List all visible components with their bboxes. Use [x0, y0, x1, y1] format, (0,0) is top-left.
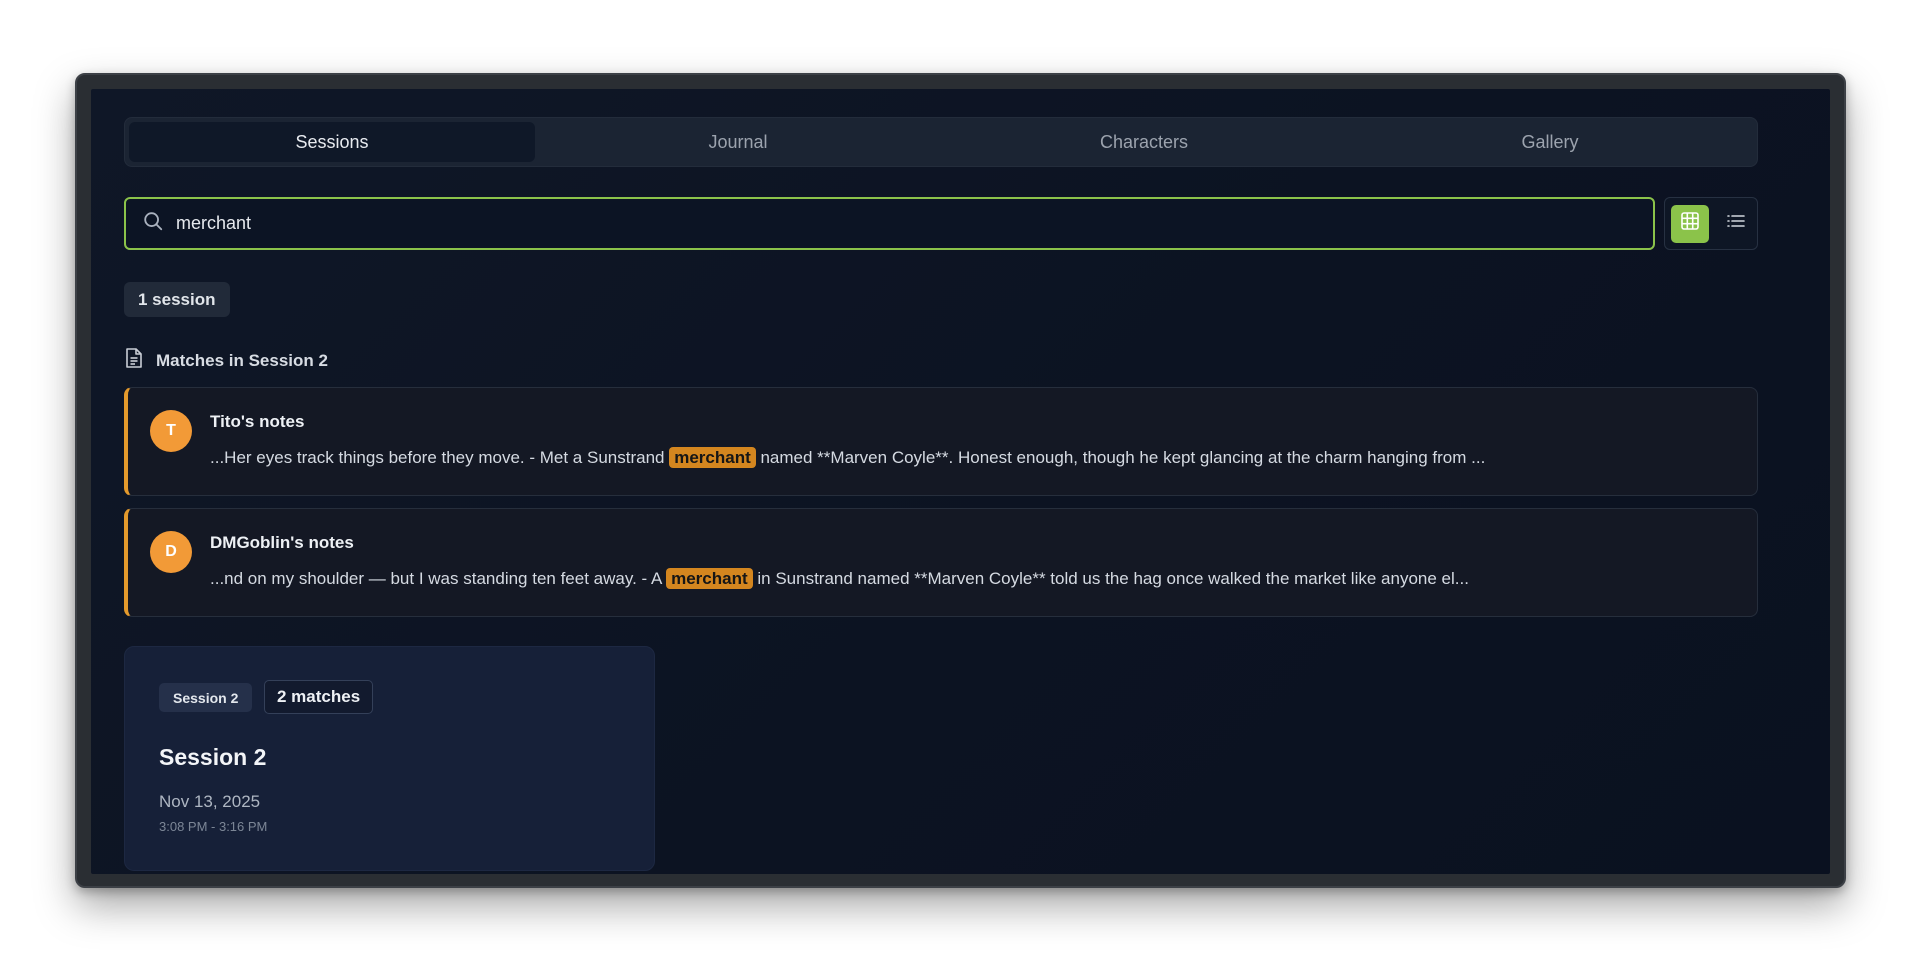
app-screen: Sessions Journal Characters Gallery merc…: [91, 89, 1830, 874]
search-input[interactable]: [176, 213, 1576, 234]
search-box: [124, 197, 1655, 250]
list-icon: [1726, 211, 1746, 236]
search-highlight: merchant: [669, 447, 756, 468]
search-icon: [142, 210, 164, 237]
snippet-before: ...nd on my shoulder — but I was standin…: [210, 569, 667, 588]
grid-view-button[interactable]: [1671, 204, 1709, 243]
matches-heading-label: Matches in Session 2: [156, 350, 328, 370]
match-count-badge: 2 matches: [264, 680, 374, 714]
snippet-after: named **Marven Coyle**. Honest enough, t…: [755, 448, 1486, 467]
document-icon: [124, 347, 144, 374]
session-card[interactable]: Session 2 2 matches Session 2 Nov 13, 20…: [124, 646, 655, 871]
matches-heading: Matches in Session 2: [124, 347, 328, 374]
match-author: DMGoblin's notes: [210, 533, 354, 552]
snippet-before: ...Her eyes track things before they mov…: [210, 448, 670, 467]
avatar: D: [150, 531, 192, 573]
session-title: Session 2: [159, 744, 267, 770]
session-count-badge: 1 session: [124, 282, 230, 317]
view-toggle: [1664, 197, 1758, 250]
match-snippet: ...nd on my shoulder — but I was standin…: [210, 568, 1469, 589]
tab-characters[interactable]: Characters: [941, 122, 1347, 162]
tab-journal[interactable]: Journal: [535, 122, 941, 162]
snippet-after: in Sunstrand named **Marven Coyle** told…: [752, 569, 1469, 588]
session-time: 3:08 PM - 3:16 PM: [159, 819, 268, 834]
session-tag: Session 2: [159, 683, 253, 712]
device-frame: Sessions Journal Characters Gallery merc…: [75, 73, 1846, 888]
grid-icon: [1680, 211, 1700, 236]
tab-sessions[interactable]: Sessions: [129, 122, 535, 162]
avatar: T: [150, 410, 192, 452]
match-snippet: ...Her eyes track things before they mov…: [210, 447, 1486, 468]
tab-bar: Sessions Journal Characters Gallery: [124, 117, 1758, 167]
match-card[interactable]: T Tito's notes ...Her eyes track things …: [124, 387, 1758, 496]
match-author: Tito's notes: [210, 412, 305, 431]
session-date: Nov 13, 2025: [159, 792, 261, 811]
list-view-button[interactable]: [1717, 205, 1755, 243]
tab-gallery[interactable]: Gallery: [1347, 122, 1753, 162]
search-highlight: merchant: [666, 568, 753, 589]
match-card[interactable]: D DMGoblin's notes ...nd on my shoulder …: [124, 508, 1758, 617]
